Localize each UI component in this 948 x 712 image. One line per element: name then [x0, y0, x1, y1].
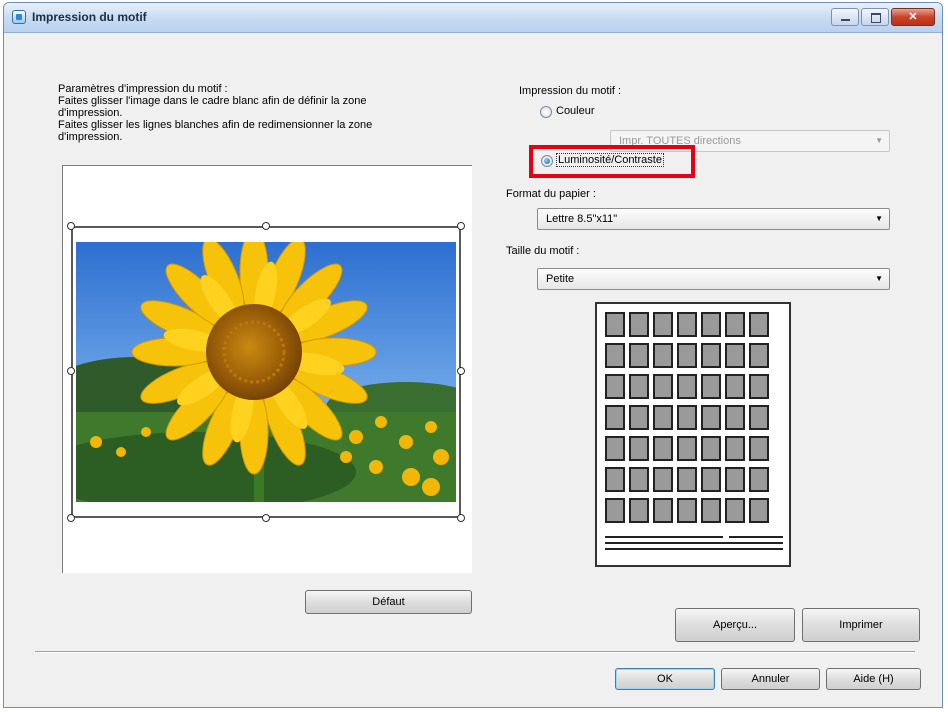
- pattern-tile: [629, 343, 649, 368]
- pattern-tile: [677, 312, 697, 337]
- pattern-size-value: Petite: [546, 273, 575, 285]
- pattern-tile: [605, 343, 625, 368]
- pattern-tile: [629, 312, 649, 337]
- pattern-tile: [605, 374, 625, 399]
- maximize-button[interactable]: [861, 8, 889, 26]
- pattern-tile: [653, 405, 673, 430]
- pattern-tile: [725, 374, 745, 399]
- pattern-tile: [605, 436, 625, 461]
- pattern-tile: [725, 343, 745, 368]
- pattern-tile: [653, 374, 673, 399]
- pattern-tile: [725, 312, 745, 337]
- pattern-tile: [605, 405, 625, 430]
- ok-button[interactable]: OK: [615, 668, 715, 690]
- pattern-print-label: Impression du motif :: [519, 85, 622, 97]
- sheet-footer-line: [729, 536, 783, 538]
- pattern-tile: [677, 405, 697, 430]
- color-radio-label[interactable]: Couleur: [556, 105, 595, 117]
- pattern-tile: [749, 498, 769, 523]
- paper-format-value: Lettre 8.5"x11": [546, 213, 618, 225]
- chevron-down-icon: ▼: [875, 136, 883, 145]
- pattern-size-combo[interactable]: Petite ▼: [537, 268, 890, 290]
- sunflower-image[interactable]: [76, 242, 456, 502]
- pattern-tile: [701, 436, 721, 461]
- pattern-tile: [701, 498, 721, 523]
- pattern-tile: [701, 312, 721, 337]
- pattern-tile: [749, 467, 769, 492]
- pattern-tile: [725, 405, 745, 430]
- minimize-button[interactable]: [831, 8, 859, 26]
- pattern-tile: [677, 467, 697, 492]
- highlight-box: [529, 145, 695, 178]
- app-icon: [12, 10, 26, 24]
- title-bar[interactable]: Impression du motif: [4, 3, 942, 33]
- pattern-tile: [701, 343, 721, 368]
- sheet-footer-line: [605, 548, 783, 550]
- resize-handle-top-right[interactable]: [457, 222, 465, 230]
- sheet-footer-line: [605, 542, 783, 544]
- chevron-down-icon: ▼: [875, 274, 883, 283]
- pattern-tile: [725, 436, 745, 461]
- pattern-tile: [701, 467, 721, 492]
- color-radio[interactable]: [540, 106, 552, 118]
- pattern-tile: [749, 343, 769, 368]
- pattern-tile: [677, 436, 697, 461]
- preview-button[interactable]: Aperçu...: [675, 608, 795, 642]
- pattern-tile: [605, 467, 625, 492]
- help-button[interactable]: Aide (H): [826, 668, 921, 690]
- pattern-tile: [629, 498, 649, 523]
- chevron-down-icon: ▼: [875, 214, 883, 223]
- pattern-tile: [629, 405, 649, 430]
- paper-format-combo[interactable]: Lettre 8.5"x11" ▼: [537, 208, 890, 230]
- print-button[interactable]: Imprimer: [802, 608, 920, 642]
- cancel-button[interactable]: Annuler: [721, 668, 820, 690]
- resize-handle-left[interactable]: [67, 367, 75, 375]
- resize-handle-right[interactable]: [457, 367, 465, 375]
- pattern-tile: [653, 498, 673, 523]
- pattern-size-label: Taille du motif :: [506, 245, 580, 257]
- pattern-tile: [701, 405, 721, 430]
- separator: [35, 651, 915, 653]
- resize-handle-bottom-left[interactable]: [67, 514, 75, 522]
- default-button[interactable]: Défaut: [305, 590, 472, 614]
- pattern-tile: [605, 498, 625, 523]
- pattern-tile: [725, 467, 745, 492]
- pattern-tile: [629, 374, 649, 399]
- paper-format-label: Format du papier :: [506, 188, 596, 200]
- pattern-tile: [677, 498, 697, 523]
- pattern-tile: [677, 374, 697, 399]
- resize-handle-bottom[interactable]: [262, 514, 270, 522]
- pattern-tile: [653, 312, 673, 337]
- pattern-preview-sheet: [595, 302, 791, 567]
- pattern-tile: [629, 467, 649, 492]
- pattern-tile: [749, 374, 769, 399]
- pattern-tile: [653, 467, 673, 492]
- resize-handle-top[interactable]: [262, 222, 270, 230]
- pattern-tile: [749, 405, 769, 430]
- pattern-tile: [653, 436, 673, 461]
- pattern-tile: [725, 498, 745, 523]
- pattern-tile: [653, 343, 673, 368]
- sheet-footer-line: [605, 536, 723, 538]
- window-title: Impression du motif: [32, 10, 147, 24]
- pattern-tile: [749, 312, 769, 337]
- resize-handle-bottom-right[interactable]: [457, 514, 465, 522]
- instructions-text: Paramètres d'impression du motif : Faite…: [58, 83, 373, 143]
- pattern-tile: [749, 436, 769, 461]
- close-button[interactable]: [891, 8, 935, 26]
- pattern-tile: [701, 374, 721, 399]
- resize-handle-top-left[interactable]: [67, 222, 75, 230]
- pattern-tile: [629, 436, 649, 461]
- pattern-tile: [605, 312, 625, 337]
- pattern-tile: [677, 343, 697, 368]
